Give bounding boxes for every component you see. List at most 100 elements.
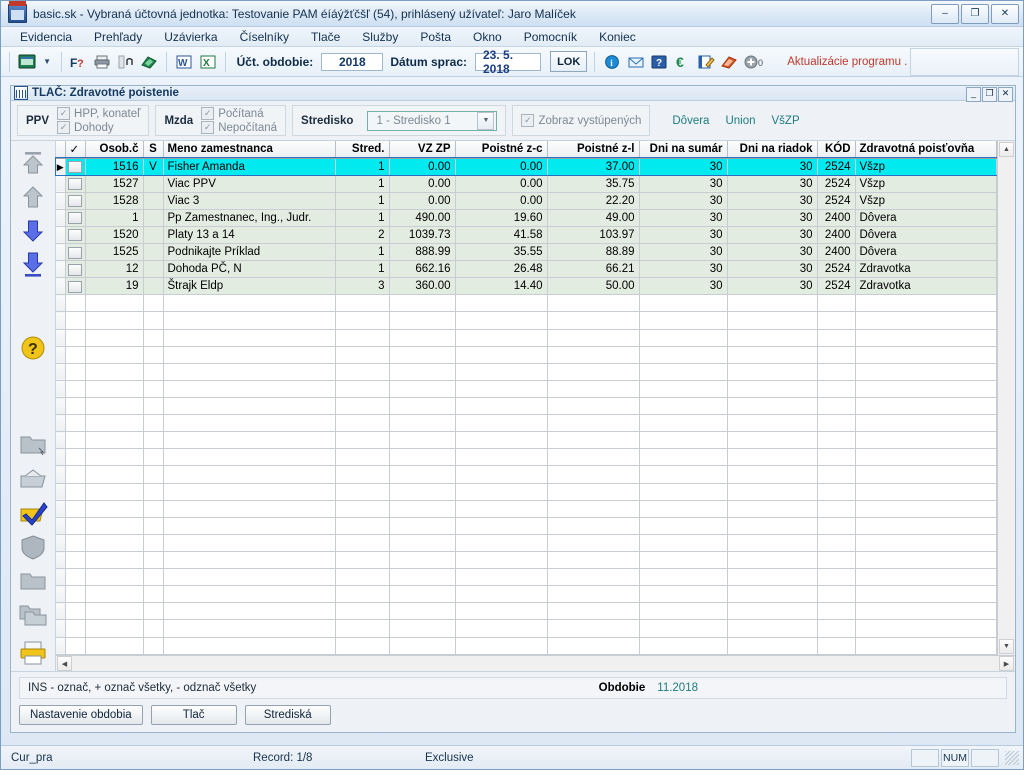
- table-row-empty[interactable]: [56, 568, 997, 587]
- column-header-poistne-zc[interactable]: Poistné z-c: [455, 141, 548, 159]
- menu-item-ciselniky[interactable]: Číselníky: [229, 28, 300, 46]
- export-icon[interactable]: [139, 50, 159, 74]
- table-row-empty[interactable]: [56, 585, 997, 604]
- table-row-empty[interactable]: [56, 483, 997, 501]
- table-row-empty[interactable]: [56, 465, 997, 484]
- menu-item-sluzby[interactable]: Služby: [351, 28, 409, 46]
- insurer-link-vszp[interactable]: VšZP: [772, 115, 800, 127]
- scroll-right-button[interactable]: ▶: [999, 656, 1014, 671]
- ppv-checkbox-dohody[interactable]: ✓ Dohody: [57, 121, 140, 134]
- table-row[interactable]: 1 Pp Zamestnanec, Ing., Judr. 1 490.00 19.60…: [56, 209, 997, 227]
- screen-icon[interactable]: [17, 50, 37, 74]
- word-icon[interactable]: W: [174, 50, 194, 74]
- table-row-empty[interactable]: [56, 637, 997, 656]
- find-question-icon[interactable]: F ?: [69, 50, 89, 74]
- save-folder-icon[interactable]: [17, 463, 49, 495]
- chevron-down-icon[interactable]: ▼: [477, 111, 495, 130]
- table-row-empty[interactable]: [56, 602, 997, 621]
- dropdown-caret-icon[interactable]: ▼: [40, 57, 54, 66]
- resize-grip-icon[interactable]: [1005, 750, 1019, 765]
- mzda-checkbox-nepocitana[interactable]: ✓ Nepočítaná: [201, 121, 277, 134]
- table-row[interactable]: 19 Štrajk Eldp 3 360.00 14.40 50.00 30 30 2524 Zd…: [56, 277, 997, 296]
- menu-item-evidencia[interactable]: Evidencia: [9, 28, 83, 46]
- column-header-vzzp[interactable]: VZ ZP: [389, 141, 456, 159]
- horizontal-scrollbar[interactable]: ◀ ▶: [56, 655, 1015, 671]
- menu-item-pomocnik[interactable]: Pomocník: [513, 28, 588, 46]
- stredisko-select[interactable]: 1 - Stredisko 1 ▼: [367, 110, 498, 131]
- mzda-checkbox-pocitana[interactable]: ✓ Počítaná: [201, 107, 277, 120]
- menu-item-uzavierka[interactable]: Uzávierka: [153, 28, 228, 46]
- table-row[interactable]: 12 Dohoda PČ, N 1 662.16 26.48 66.21 30 30 2524 Z…: [56, 260, 997, 279]
- minimize-button[interactable]: –: [931, 4, 959, 24]
- column-header-dni-riadok[interactable]: Dni na riadok: [727, 141, 818, 159]
- program-updates-link[interactable]: Aktualizácie programu .: [787, 56, 907, 68]
- row-select-checkbox[interactable]: [65, 226, 86, 245]
- strediska-button[interactable]: Strediská: [244, 705, 331, 725]
- accounting-period-field[interactable]: 2018: [321, 52, 384, 71]
- shield-icon[interactable]: [17, 531, 49, 563]
- select-all-header[interactable]: ✓: [65, 141, 86, 159]
- table-row-empty[interactable]: [56, 517, 997, 535]
- menu-item-okno[interactable]: Okno: [462, 28, 513, 46]
- help-icon[interactable]: ?: [17, 332, 49, 364]
- processing-date-field[interactable]: 23. 5. 2018: [475, 48, 542, 76]
- table-row-empty[interactable]: [56, 294, 997, 313]
- open-folder-icon[interactable]: [17, 429, 49, 461]
- print-icon[interactable]: [17, 637, 49, 669]
- mail-icon[interactable]: [625, 50, 645, 74]
- help-book-icon[interactable]: ?: [649, 50, 669, 74]
- table-row[interactable]: 1527 Viac PPV 1 0.00 0.00 35.75 30 30 2524 Všzp: [56, 175, 997, 193]
- scroll-left-button[interactable]: ◀: [57, 656, 72, 671]
- table-row-empty[interactable]: [56, 414, 997, 433]
- insurer-link-dovera[interactable]: Dôvera: [672, 115, 709, 127]
- table-row[interactable]: ▶ 1516 V Fisher Amanda 1 0.00 0.00 37.00 30 30 252…: [55, 156, 998, 177]
- row-select-checkbox[interactable]: [65, 209, 86, 227]
- table-row-empty[interactable]: [56, 500, 997, 518]
- nastavenie-obdobia-button[interactable]: Nastavenie obdobia: [19, 705, 143, 725]
- table-row-empty[interactable]: [56, 346, 997, 364]
- edit-note-icon[interactable]: [696, 50, 716, 74]
- menu-item-koniec[interactable]: Koniec: [588, 28, 647, 46]
- copy-folder-icon[interactable]: [17, 599, 49, 631]
- lok-button[interactable]: LOK: [550, 51, 588, 72]
- insurer-link-union[interactable]: Union: [725, 115, 755, 127]
- show-left-employees-checkbox[interactable]: ✓ Zobraz vystúpených: [521, 114, 641, 127]
- menu-item-posta[interactable]: Pošta: [409, 28, 462, 46]
- first-record-icon[interactable]: [17, 147, 49, 179]
- row-select-checkbox[interactable]: [65, 158, 86, 176]
- row-select-checkbox[interactable]: [65, 277, 86, 296]
- close-button[interactable]: ✕: [991, 4, 1019, 24]
- column-header-dni-sumar[interactable]: Dni na sumár: [639, 141, 728, 159]
- folder-icon[interactable]: [17, 565, 49, 597]
- table-row-empty[interactable]: [56, 363, 997, 381]
- check-select-icon[interactable]: [17, 497, 49, 529]
- euro-icon[interactable]: €: [672, 50, 692, 74]
- previous-record-icon[interactable]: [17, 181, 49, 213]
- column-header-stred[interactable]: Stred.: [335, 141, 390, 159]
- table-row-empty[interactable]: [56, 380, 997, 399]
- table-row-empty[interactable]: [56, 311, 997, 330]
- printer-icon[interactable]: [92, 50, 112, 74]
- maximize-button[interactable]: ❐: [961, 4, 989, 24]
- scroll-down-button[interactable]: ▼: [999, 639, 1014, 654]
- table-row-empty[interactable]: [56, 397, 997, 416]
- ppv-checkbox-hpp[interactable]: ✓ HPP, konateľ: [57, 107, 140, 120]
- column-header-kod[interactable]: KÓD: [817, 141, 856, 159]
- tlac-button[interactable]: Tlač: [150, 705, 237, 725]
- column-header-zdravotna-poistovna[interactable]: Zdravotná poisťovňa: [855, 141, 997, 159]
- row-select-checkbox[interactable]: [65, 192, 86, 210]
- child-restore-button[interactable]: ❐: [982, 86, 997, 102]
- table-row-empty[interactable]: [56, 431, 997, 450]
- table-row-empty[interactable]: [56, 619, 997, 638]
- book-icon[interactable]: [719, 50, 739, 74]
- table-row-empty[interactable]: [56, 448, 997, 467]
- column-header-poistne-zl[interactable]: Poistné z-l: [547, 141, 640, 159]
- table-row-empty[interactable]: [56, 551, 997, 570]
- row-select-checkbox[interactable]: [65, 260, 86, 279]
- table-row[interactable]: 1525 Podnikajte Príklad 1 888.99 35.55 88.89 3…: [56, 243, 997, 262]
- info-icon[interactable]: i: [602, 50, 622, 74]
- table-row-empty[interactable]: [56, 534, 997, 553]
- table-row[interactable]: 1520 Platy 13 a 14 2 1039.73 41.58 103.97 30 30…: [56, 226, 997, 245]
- vertical-scrollbar[interactable]: ▲ ▼: [997, 141, 1015, 655]
- column-header-meno[interactable]: Meno zamestnanca: [163, 141, 336, 159]
